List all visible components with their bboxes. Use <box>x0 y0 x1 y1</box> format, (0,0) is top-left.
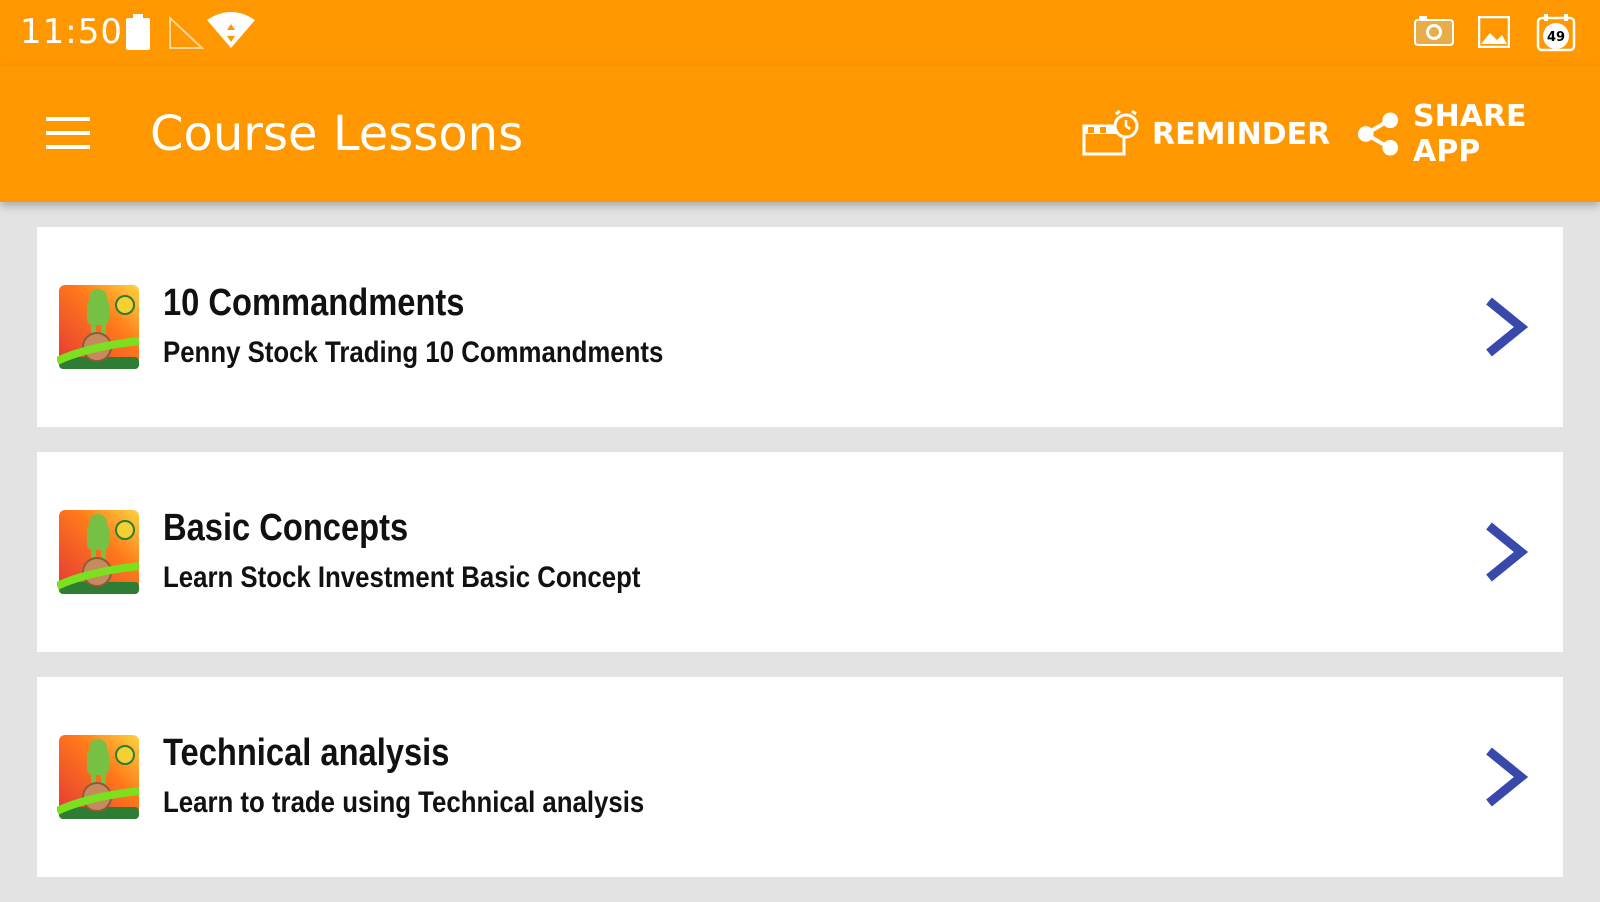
lesson-subtitle: Learn to trade using Technical analysis <box>163 786 645 819</box>
status-time: 11:50 <box>20 12 123 52</box>
lesson-subtitle: Penny Stock Trading 10 Commandments <box>163 336 664 369</box>
app-bar: Course Lessons REMINDER SHARE APP <box>0 66 1600 202</box>
reminder-button[interactable]: REMINDER <box>1082 106 1330 162</box>
image-notification-icon <box>1477 15 1511 53</box>
battery-icon <box>126 14 150 55</box>
wifi-icon <box>206 12 256 55</box>
hamburger-menu-icon[interactable] <box>40 108 96 158</box>
chevron-right-icon[interactable] <box>1477 747 1533 807</box>
alarm-clapper-icon <box>1082 110 1139 156</box>
page-title: Course Lessons <box>150 106 524 162</box>
lesson-list: 10 Commandments Penny Stock Trading 10 C… <box>37 227 1563 902</box>
course-thumbnail-icon <box>55 510 141 594</box>
status-bar: 11:50 49 <box>0 0 1600 66</box>
chevron-right-icon[interactable] <box>1477 522 1533 582</box>
course-thumbnail-icon <box>55 735 141 819</box>
lesson-card-10-commandments[interactable]: 10 Commandments Penny Stock Trading 10 C… <box>37 227 1563 427</box>
chevron-right-icon[interactable] <box>1477 297 1533 357</box>
lesson-title: 10 Commandments <box>163 282 465 324</box>
lesson-card-technical-analysis[interactable]: Technical analysis Learn to trade using … <box>37 677 1563 877</box>
no-signal-icon <box>168 14 205 55</box>
reminder-label: REMINDER <box>1152 116 1331 152</box>
share-icon <box>1357 112 1399 156</box>
course-thumbnail-icon <box>55 285 141 369</box>
calendar-notification-icon: 49 <box>1536 14 1576 57</box>
lesson-title: Basic Concepts <box>163 507 409 549</box>
share-app-button[interactable]: SHARE APP <box>1356 99 1600 169</box>
lesson-subtitle: Learn Stock Investment Basic Concept <box>163 561 641 594</box>
notification-badge-count: 49 <box>1546 30 1566 45</box>
lesson-card-basic-concepts[interactable]: Basic Concepts Learn Stock Investment Ba… <box>37 452 1563 652</box>
lesson-title: Technical analysis <box>163 732 450 774</box>
share-app-label: SHARE APP <box>1413 99 1527 169</box>
camera-notification-icon <box>1414 16 1454 51</box>
